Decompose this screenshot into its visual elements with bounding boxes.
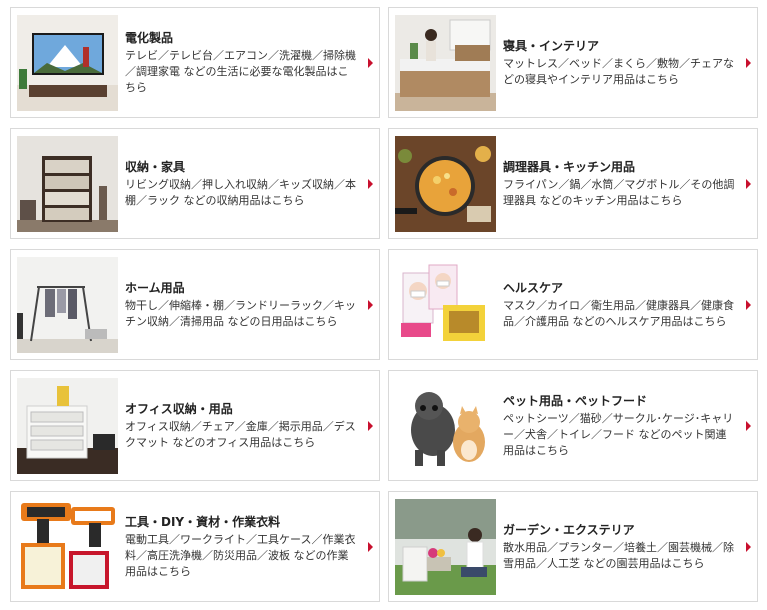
category-description: 電動工具／ワークライト／工具ケース／作業衣料／高圧洗浄機／防災用品／波板 などの… (125, 532, 356, 578)
chevron-right-icon (746, 420, 751, 431)
category-description: 散水用品／プランター／培養土／園芸機械／除雪用品／人工芝 などの園芸用品はこちら (503, 540, 734, 570)
category-title: 調理器具・キッチン用品 (503, 159, 636, 174)
home-goods-thumbnail (17, 257, 118, 353)
category-title: ペット用品・ペットフード (503, 393, 648, 408)
category-card-home-goods[interactable]: ホーム用品 物干し／伸縮棒・棚／ランドリーラック／キッチン収納／清掃用品 などの… (10, 249, 380, 360)
category-description: オフィス収納／チェア／金庫／掲示用品／デスクマット などのオフィス用品はこちら (125, 419, 356, 449)
category-title: 寝具・インテリア (503, 38, 600, 53)
category-description: マスク／カイロ／衛生用品／健康器具／健康食品／介護用品 などのヘルスケア用品はこ… (503, 298, 734, 328)
healthcare-thumbnail (395, 257, 496, 353)
chevron-right-icon (368, 420, 373, 431)
office-thumbnail (17, 378, 118, 474)
category-description: テレビ／テレビ台／エアコン／洗濯機／掃除機／調理家電 などの生活に必要な電化製品… (125, 48, 356, 94)
category-title: 電化製品 (125, 30, 174, 45)
category-card-appliances[interactable]: 電化製品 テレビ／テレビ台／エアコン／洗濯機／掃除機／調理家電 などの生活に必要… (10, 7, 380, 118)
category-card-office[interactable]: オフィス収納・用品 オフィス収納／チェア／金庫／掲示用品／デスクマット などのオ… (10, 370, 380, 481)
garden-thumbnail (395, 499, 496, 595)
kitchen-thumbnail (395, 136, 496, 232)
category-title: 工具・DIY・資材・作業衣料 (125, 514, 281, 529)
category-card-healthcare[interactable]: ヘルスケア マスク／カイロ／衛生用品／健康器具／健康食品／介護用品 などのヘルス… (388, 249, 758, 360)
category-description: リビング収納／押し入れ収納／キッズ収納／本棚／ラック などの収納用品はこちら (125, 177, 356, 207)
chevron-right-icon (368, 57, 373, 68)
category-card-tools[interactable]: 工具・DIY・資材・作業衣料 電動工具／ワークライト／工具ケース／作業衣料／高圧… (10, 491, 380, 602)
chevron-right-icon (746, 178, 751, 189)
category-card-pet[interactable]: ペット用品・ペットフード ペットシーツ／猫砂／サークル･ケージ･キャリー／犬舎／… (388, 370, 758, 481)
category-description: フライパン／鍋／水筒／マグボトル／その他調理器具 などのキッチン用品はこちら (503, 177, 735, 207)
category-card-storage-furniture[interactable]: 収納・家具 リビング収納／押し入れ収納／キッズ収納／本棚／ラック などの収納用品… (10, 128, 380, 239)
tools-thumbnail (17, 499, 118, 595)
chevron-right-icon (746, 57, 751, 68)
category-description: ペットシーツ／猫砂／サークル･ケージ･キャリー／犬舎／トイレ／フード などのペッ… (503, 411, 734, 457)
category-title: ヘルスケア (503, 280, 564, 295)
category-title: ガーデン・エクステリア (503, 522, 635, 537)
category-card-garden[interactable]: ガーデン・エクステリア 散水用品／プランター／培養土／園芸機械／除雪用品／人工芝… (388, 491, 758, 602)
chevron-right-icon (746, 541, 751, 552)
chevron-right-icon (368, 541, 373, 552)
category-description: マットレス／ベッド／まくら／敷物／チェアなどの寝具やインテリア用品はこちら (503, 56, 734, 86)
category-card-bedding[interactable]: 寝具・インテリア マットレス／ベッド／まくら／敷物／チェアなどの寝具やインテリア… (388, 7, 758, 118)
category-title: ホーム用品 (125, 280, 185, 295)
chevron-right-icon (746, 299, 751, 310)
pet-thumbnail (395, 378, 496, 474)
category-card-kitchen[interactable]: 調理器具・キッチン用品 フライパン／鍋／水筒／マグボトル／その他調理器具 などの… (388, 128, 758, 239)
storage-thumbnail (17, 136, 118, 232)
chevron-right-icon (368, 178, 373, 189)
category-description: 物干し／伸縮棒・棚／ランドリーラック／キッチン収納／清掃用品 などの日用品はこち… (125, 298, 356, 328)
chevron-right-icon (368, 299, 373, 310)
category-title: 収納・家具 (125, 159, 186, 174)
bedding-thumbnail (395, 15, 496, 111)
appliances-thumbnail (17, 15, 118, 111)
category-title: オフィス収納・用品 (125, 401, 233, 416)
